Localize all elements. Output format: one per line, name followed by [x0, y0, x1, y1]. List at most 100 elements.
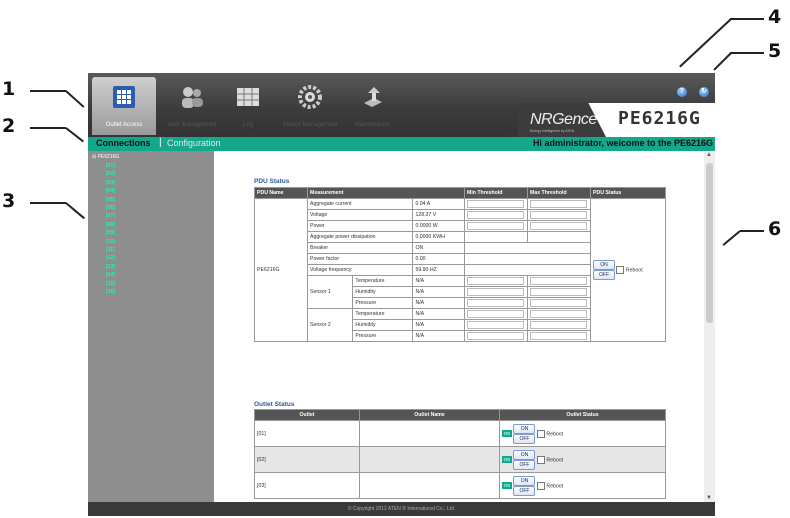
pdu-off-button[interactable]: OFF: [593, 270, 615, 280]
measurement-value: 128.37 V: [412, 209, 465, 221]
nav-device-management[interactable]: Device Management: [278, 77, 342, 135]
outlet-reboot-checkbox[interactable]: [536, 455, 545, 464]
sidebar-item-outlet[interactable]: [01]: [106, 163, 115, 169]
max-threshold-cell[interactable]: [527, 297, 591, 309]
scroll-down-arrow[interactable]: ▼: [706, 495, 712, 501]
sidebar-item-outlet[interactable]: [04]: [106, 188, 115, 194]
callout-1-line-diag: [65, 90, 85, 108]
min-threshold-input[interactable]: [467, 211, 524, 219]
scroll-thumb[interactable]: [706, 163, 713, 323]
outlet-reboot-checkbox[interactable]: [536, 429, 545, 438]
outlet-id: [03]: [254, 472, 360, 499]
max-threshold-input[interactable]: [530, 321, 587, 329]
min-threshold-input[interactable]: [467, 222, 524, 230]
sidebar-item-outlet[interactable]: [07]: [106, 213, 115, 219]
tab-configuration[interactable]: Configuration: [167, 138, 221, 148]
min-threshold-input[interactable]: [467, 200, 524, 208]
min-threshold-input[interactable]: [467, 310, 524, 318]
outlet-on-button[interactable]: ON: [513, 423, 536, 434]
min-threshold-cell[interactable]: [464, 198, 528, 210]
min-threshold-input[interactable]: [467, 321, 524, 329]
sidebar-item-outlet[interactable]: [12]: [106, 255, 115, 261]
vertical-scrollbar[interactable]: ▲ ▼: [704, 151, 715, 502]
max-threshold-input[interactable]: [530, 299, 587, 307]
min-threshold-input[interactable]: [467, 332, 524, 340]
sidebar-item-outlet[interactable]: [11]: [106, 247, 115, 253]
min-threshold-cell[interactable]: [464, 308, 528, 320]
sidebar-item-outlet[interactable]: [08]: [106, 222, 115, 228]
brand-area: NRGence Energy Intelligence by ATEN PE62…: [518, 103, 715, 137]
sidebar-item-outlet[interactable]: [13]: [106, 264, 115, 270]
min-threshold-input[interactable]: [467, 277, 524, 285]
max-threshold-cell[interactable]: [527, 286, 591, 298]
outlet-controls: ON ON OFF Reboot: [499, 420, 666, 447]
callout-6: 6: [768, 218, 782, 240]
sidebar-item-outlet[interactable]: [16]: [106, 289, 115, 295]
tree-root-pdu[interactable]: ⊟ PE6216G: [92, 154, 119, 160]
max-threshold-cell[interactable]: [527, 209, 591, 221]
callout-6-line-diag: [722, 230, 741, 246]
pdu-on-button[interactable]: ON: [593, 260, 615, 270]
min-threshold-cell[interactable]: [464, 275, 528, 287]
sidebar-item-outlet[interactable]: [10]: [106, 239, 115, 245]
outlet-off-button[interactable]: OFF: [513, 433, 536, 444]
outlet-off-button[interactable]: OFF: [513, 459, 536, 470]
outlet-id: [01]: [254, 420, 360, 447]
callout-1: 1: [2, 78, 16, 100]
nav-user-management[interactable]: User Management: [160, 77, 224, 135]
outlet-reboot-checkbox[interactable]: [536, 481, 545, 490]
max-threshold-input[interactable]: [530, 332, 587, 340]
nav-outlet-access[interactable]: Outlet Access: [92, 77, 156, 135]
outlet-on-button[interactable]: ON: [513, 475, 536, 486]
max-threshold-cell[interactable]: [527, 275, 591, 287]
max-threshold-input[interactable]: [530, 310, 587, 318]
table-row: [01] ON ON OFF Reboot: [254, 420, 666, 447]
nav-maintenance[interactable]: Maintenance: [340, 77, 404, 135]
min-threshold-cell[interactable]: [464, 319, 528, 331]
max-threshold-input[interactable]: [530, 288, 587, 296]
min-threshold-cell[interactable]: [464, 220, 528, 232]
outlet-status-table: Outlet Outlet Name Outlet Status [01] ON…: [254, 409, 666, 499]
measurement-label: Aggregate power dissipation: [306, 231, 414, 243]
sidebar-item-outlet[interactable]: [03]: [106, 180, 115, 186]
pdu-reboot-checkbox[interactable]: [616, 266, 625, 274]
sidebar-item-outlet[interactable]: [02]: [106, 171, 115, 177]
min-threshold-cell[interactable]: [464, 297, 528, 309]
min-threshold-cell[interactable]: [464, 286, 528, 298]
max-threshold-input[interactable]: [530, 277, 587, 285]
outlet-on-button[interactable]: ON: [513, 449, 536, 460]
tree-root-label: PE6216G: [97, 154, 120, 160]
min-threshold-cell[interactable]: [464, 209, 528, 221]
sidebar-item-outlet[interactable]: [14]: [106, 272, 115, 278]
sidebar-item-outlet[interactable]: [05]: [106, 197, 115, 203]
max-threshold-cell[interactable]: [527, 330, 591, 342]
max-threshold-cell[interactable]: [527, 198, 591, 210]
device-gear-icon: [298, 85, 322, 109]
col-max-threshold: Max Threshold: [527, 187, 591, 199]
max-threshold-cell[interactable]: [527, 220, 591, 232]
nav-log[interactable]: Log: [216, 77, 280, 135]
max-threshold-cell[interactable]: [527, 308, 591, 320]
help-button[interactable]: ?: [677, 87, 687, 97]
max-threshold-cell[interactable]: [527, 319, 591, 331]
outlet-off-button[interactable]: OFF: [513, 485, 536, 496]
measurement-value: 0.00: [412, 253, 465, 265]
sensor-measure: Temperature: [352, 275, 414, 287]
min-threshold-input[interactable]: [467, 299, 524, 307]
min-threshold-input[interactable]: [467, 288, 524, 296]
max-threshold-input[interactable]: [530, 222, 587, 230]
sidebar-item-outlet[interactable]: [06]: [106, 205, 115, 211]
measurement-label: Power: [306, 220, 414, 232]
logout-button[interactable]: ↻: [699, 87, 709, 97]
scroll-up-arrow[interactable]: ▲: [706, 152, 712, 158]
outlet-reboot-label: Reboot: [546, 456, 564, 463]
tab-connections[interactable]: Connections: [96, 138, 151, 148]
sensor-measure: Temperature: [352, 308, 414, 320]
sidebar-item-outlet[interactable]: [15]: [106, 281, 115, 287]
max-threshold-input[interactable]: [530, 211, 587, 219]
callout-5: 5: [768, 40, 782, 62]
users-icon: [182, 87, 203, 108]
sidebar-item-outlet[interactable]: [09]: [106, 230, 115, 236]
max-threshold-input[interactable]: [530, 200, 587, 208]
min-threshold-cell[interactable]: [464, 330, 528, 342]
